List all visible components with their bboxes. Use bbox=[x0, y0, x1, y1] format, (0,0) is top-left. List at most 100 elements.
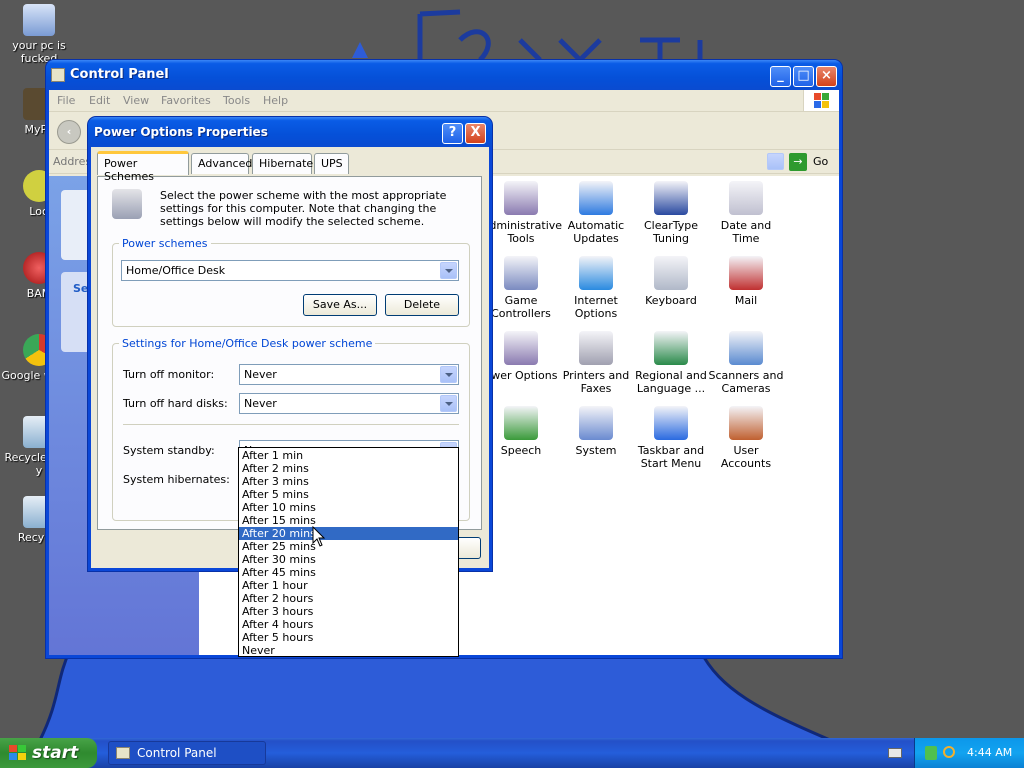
cp-item-label: User Accounts bbox=[720, 444, 772, 470]
keyboard-icon[interactable] bbox=[888, 748, 902, 758]
dialog-close-button[interactable]: X bbox=[465, 123, 486, 144]
dropdown-option[interactable]: After 1 min bbox=[239, 449, 458, 462]
cleartype-tuning-icon bbox=[654, 181, 688, 215]
dropdown-option[interactable]: After 3 hours bbox=[239, 605, 458, 618]
taskbar: start Control Panel 4:44 AM bbox=[0, 738, 1024, 768]
cp-item-power-options[interactable]: ower Options bbox=[482, 331, 560, 382]
cp-item-user-accounts[interactable]: User Accounts bbox=[707, 406, 785, 470]
mail-icon bbox=[729, 256, 763, 290]
power-scheme-select[interactable]: Home/Office Desk bbox=[121, 260, 459, 281]
help-button[interactable]: ? bbox=[442, 123, 463, 144]
dropdown-option[interactable]: After 20 mins bbox=[239, 527, 458, 540]
dropdown-option[interactable]: After 1 hour bbox=[239, 579, 458, 592]
close-button[interactable]: × bbox=[816, 66, 837, 87]
dropdown-option[interactable]: After 25 mins bbox=[239, 540, 458, 553]
menu-favorites[interactable]: Favorites bbox=[161, 94, 211, 107]
start-button[interactable]: start bbox=[0, 738, 97, 768]
cp-item-administrative-tools[interactable]: Administrative Tools bbox=[482, 181, 562, 245]
monitor-select[interactable]: Never bbox=[239, 364, 459, 385]
go-label: Go bbox=[813, 155, 829, 168]
address-label: Addres bbox=[53, 155, 92, 168]
cp-item-label: Taskbar and Start Menu bbox=[637, 444, 705, 470]
cp-item-system[interactable]: System bbox=[557, 406, 635, 457]
menu-help[interactable]: Help bbox=[263, 94, 288, 107]
dropdown-option[interactable]: After 4 hours bbox=[239, 618, 458, 631]
windows-flag-icon bbox=[9, 745, 27, 761]
mouse-cursor-icon bbox=[312, 526, 326, 547]
control-panel-titlebar[interactable]: Control Panel bbox=[46, 60, 842, 90]
cp-item-regional-and-language[interactable]: Regional and Language ... bbox=[632, 331, 710, 395]
dropdown-option[interactable]: After 5 hours bbox=[239, 631, 458, 644]
cp-item-label: Mail bbox=[734, 294, 758, 307]
dropdown-option[interactable]: After 2 mins bbox=[239, 462, 458, 475]
keyboard-icon bbox=[654, 256, 688, 290]
chevron-down-icon[interactable] bbox=[440, 366, 457, 383]
cp-item-taskbar-and-start-menu[interactable]: Taskbar and Start Menu bbox=[632, 406, 710, 470]
cp-item-keyboard[interactable]: Keyboard bbox=[632, 256, 710, 307]
start-label: start bbox=[32, 743, 79, 763]
cp-item-mail[interactable]: Mail bbox=[707, 256, 785, 307]
cp-item-label: Scanners and Cameras bbox=[708, 369, 784, 395]
dropdown-option[interactable]: After 10 mins bbox=[239, 501, 458, 514]
tab-hibernate[interactable]: Hibernate bbox=[252, 153, 313, 174]
system-icon bbox=[579, 406, 613, 440]
tab-ups[interactable]: UPS bbox=[314, 153, 349, 174]
tab-advanced[interactable]: Advanced bbox=[191, 153, 252, 174]
dropdown-option[interactable]: After 45 mins bbox=[239, 566, 458, 579]
cp-item-label: Speech bbox=[500, 444, 542, 457]
cp-item-game-controllers[interactable]: Game Controllers bbox=[482, 256, 560, 320]
dropdown-option[interactable]: After 2 hours bbox=[239, 592, 458, 605]
dropdown-option[interactable]: After 5 mins bbox=[239, 488, 458, 501]
power-scheme-value: Home/Office Desk bbox=[126, 264, 226, 277]
desktop-icon-my-computer[interactable]: your pc is fucked bbox=[0, 4, 78, 65]
game-controllers-icon bbox=[504, 256, 538, 290]
menu-file[interactable]: File bbox=[57, 94, 75, 107]
cp-item-label: Keyboard bbox=[645, 294, 697, 307]
menu-view[interactable]: View bbox=[123, 94, 149, 107]
hard-disks-select[interactable]: Never bbox=[239, 393, 459, 414]
taskbar-button-control-panel[interactable]: Control Panel bbox=[108, 741, 266, 765]
cp-item-label: Date and Time bbox=[720, 219, 772, 245]
windows-logo-icon bbox=[803, 90, 839, 111]
dropdown-option[interactable]: After 15 mins bbox=[239, 514, 458, 527]
cp-item-label: ower Options bbox=[484, 369, 558, 382]
cp-item-speech[interactable]: Speech bbox=[482, 406, 560, 457]
power-options-icon bbox=[504, 331, 538, 365]
dialog-title: Power Options Properties bbox=[94, 125, 268, 139]
search-icon[interactable] bbox=[943, 746, 955, 758]
cp-item-label: ClearType Tuning bbox=[643, 219, 699, 245]
cp-item-scanners-and-cameras[interactable]: Scanners and Cameras bbox=[707, 331, 785, 395]
go-button[interactable]: → Go bbox=[789, 153, 835, 171]
standby-dropdown-list: After 1 min After 2 mins After 3 mins After… bbox=[238, 447, 459, 657]
cp-item-label: Game Controllers bbox=[491, 294, 551, 320]
cp-item-label: Automatic Updates bbox=[567, 219, 625, 245]
printers-and-faxes-icon bbox=[579, 331, 613, 365]
dialog-titlebar[interactable]: Power Options Properties bbox=[88, 117, 492, 147]
cp-item-date-and-time[interactable]: Date and Time bbox=[707, 181, 785, 245]
computer-icon bbox=[23, 4, 55, 36]
hard-disks-value: Never bbox=[244, 397, 277, 410]
delete-button[interactable]: Delete bbox=[385, 294, 459, 316]
chevron-down-icon[interactable] bbox=[440, 262, 457, 279]
menu-edit[interactable]: Edit bbox=[89, 94, 110, 107]
back-arrow-icon[interactable]: ‹ bbox=[57, 120, 81, 144]
network-icon[interactable] bbox=[925, 746, 937, 760]
address-dropdown-arrow[interactable] bbox=[767, 153, 784, 170]
cp-item-internet-options[interactable]: Internet Options bbox=[557, 256, 635, 320]
minimize-button[interactable]: _ bbox=[770, 66, 791, 87]
menu-tools[interactable]: Tools bbox=[223, 94, 250, 107]
dropdown-option[interactable]: After 30 mins bbox=[239, 553, 458, 566]
administrative-tools-icon bbox=[504, 181, 538, 215]
dropdown-option[interactable]: Never bbox=[239, 644, 458, 657]
power-schemes-label: Power schemes bbox=[119, 237, 211, 250]
dropdown-option[interactable]: After 3 mins bbox=[239, 475, 458, 488]
maximize-button[interactable]: □ bbox=[793, 66, 814, 87]
monitor-label: Turn off monitor: bbox=[123, 368, 215, 381]
chevron-down-icon[interactable] bbox=[440, 395, 457, 412]
cp-item-printers-and-faxes[interactable]: Printers and Faxes bbox=[557, 331, 635, 395]
cp-item-cleartype-tuning[interactable]: ClearType Tuning bbox=[632, 181, 710, 245]
cp-item-automatic-updates[interactable]: Automatic Updates bbox=[557, 181, 635, 245]
scheme-description: Select the power scheme with the most ap… bbox=[160, 189, 447, 228]
tab-power-schemes[interactable]: Power Schemes bbox=[97, 151, 189, 183]
save-as-button[interactable]: Save As... bbox=[303, 294, 377, 316]
